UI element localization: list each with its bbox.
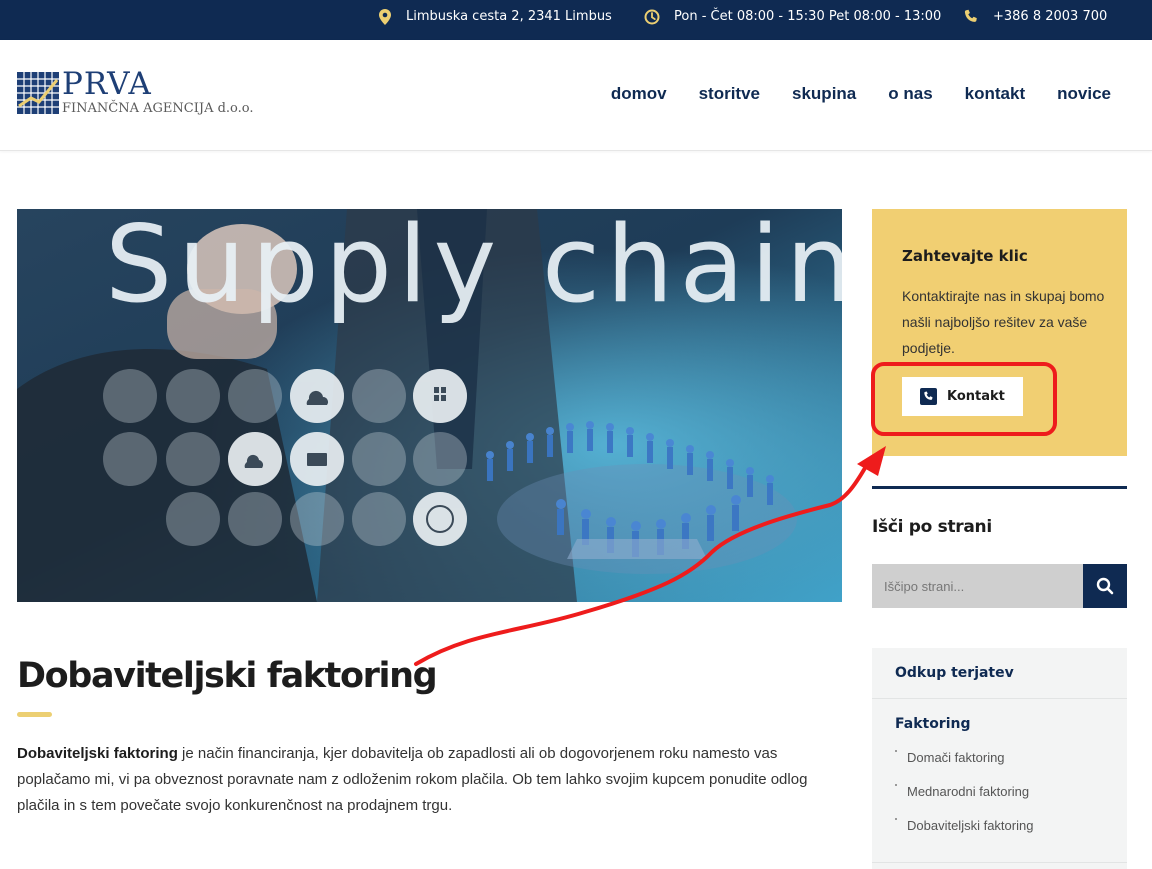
menu-item-odkup-terjatev[interactable]: Odkup terjatev [895, 665, 1014, 681]
company-logo[interactable]: PRVA FINANČNA AGENCIJA d.o.o. [17, 66, 257, 120]
menu-bullet [895, 818, 897, 820]
menu-separator [872, 862, 1127, 863]
top-info-bar: Limbuska cesta 2, 2341 Limbus Pon - Čet … [0, 0, 1152, 40]
phone-item[interactable]: +386 8 2003 700 [963, 0, 1107, 33]
menu-subitem-mednarodni-faktoring[interactable]: Mednarodni faktoring [907, 784, 1029, 799]
search-input[interactable] [872, 564, 1083, 608]
address-item: Limbuska cesta 2, 2341 Limbus [378, 0, 612, 33]
menu-item-faktoring[interactable]: Faktoring [895, 716, 971, 732]
menu-bullet [895, 784, 897, 786]
address-text: Limbuska cesta 2, 2341 Limbus [406, 9, 612, 24]
logo-title: PRVA [62, 66, 152, 102]
site-header: PRVA FINANČNA AGENCIJA d.o.o. domov stor… [0, 40, 1152, 151]
request-call-text: Kontaktirajte nas in skupaj bomo našli n… [902, 288, 1105, 356]
hero-headline: Supply chain [105, 209, 842, 326]
menu-subitem-domaci-faktoring[interactable]: Domači faktoring [907, 750, 1005, 765]
hours-item: Pon - Čet 08:00 - 15:30 Pet 08:00 - 13:0… [644, 0, 941, 33]
nav-novice[interactable]: novice [1057, 84, 1111, 104]
nav-o-nas[interactable]: o nas [888, 84, 932, 104]
phone-icon [964, 9, 977, 22]
nav-domov[interactable]: domov [611, 84, 667, 104]
page-title: Dobaviteljski faktoring [17, 656, 438, 696]
request-call-title: Zahtevajte klic [902, 247, 1028, 265]
annotation-highlight-box [871, 362, 1057, 436]
hero-illustration: Supply chain [17, 209, 842, 602]
title-underline [17, 712, 52, 717]
search-icon [1096, 577, 1114, 595]
nav-skupina[interactable]: skupina [792, 84, 856, 104]
clock-icon [644, 9, 660, 24]
hero-image: Supply chain [17, 209, 842, 602]
hours-text: Pon - Čet 08:00 - 15:30 Pet 08:00 - 13:0… [674, 9, 942, 24]
sidebar-divider [872, 486, 1127, 489]
map-pin-icon [379, 8, 391, 25]
main-nav: domov storitve skupina o nas kontakt nov… [579, 84, 1111, 104]
nav-storitve[interactable]: storitve [699, 84, 760, 104]
sidebar-menu: Odkup terjatev Faktoring Domači faktorin… [872, 648, 1127, 869]
search-title: Išči po strani [872, 517, 992, 537]
nav-kontakt[interactable]: kontakt [965, 84, 1025, 104]
phone-text: +386 8 2003 700 [993, 9, 1108, 24]
article-lead-bold: Dobaviteljski faktoring [17, 745, 178, 762]
logo-grid-icon [17, 72, 59, 114]
logo-subtitle: FINANČNA AGENCIJA d.o.o. [62, 101, 254, 116]
menu-subitem-dobaviteljski-faktoring[interactable]: Dobaviteljski faktoring [907, 818, 1033, 833]
menu-bullet [895, 750, 897, 752]
article-paragraph: Dobaviteljski faktoring je način financi… [17, 741, 847, 819]
menu-separator [872, 698, 1127, 699]
search-button[interactable] [1083, 564, 1127, 608]
